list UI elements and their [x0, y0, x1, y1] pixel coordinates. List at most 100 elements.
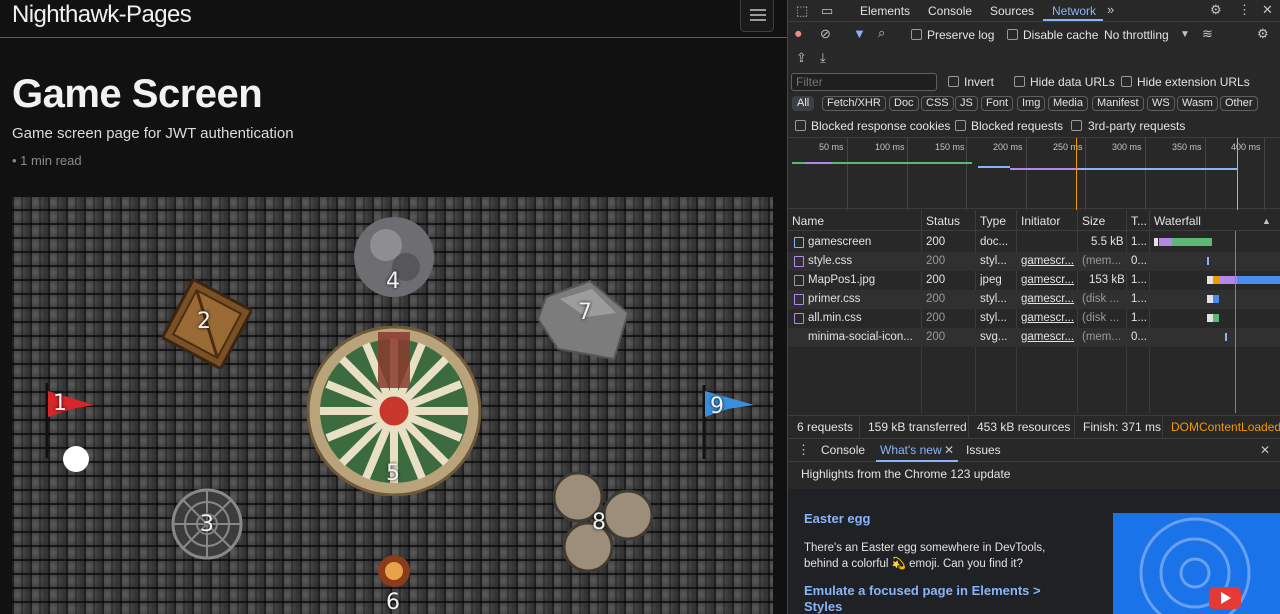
close-icon[interactable]: ✕ [1262, 3, 1273, 17]
tab-console[interactable]: Console [928, 4, 972, 18]
table-row[interactable]: MapPos1.jpg 200 jpeg gamescr... 153 kB 1… [788, 271, 1280, 290]
map-marker-9[interactable]: 9 [710, 394, 724, 419]
map-marker-8[interactable]: 8 [592, 510, 606, 535]
blocked-cookies-checkbox[interactable] [795, 120, 806, 131]
emulate-focused-page-link[interactable]: Emulate a focused page in Elements > [804, 583, 1041, 598]
map-marker-5[interactable]: 5 [386, 461, 400, 486]
third-party-checkbox[interactable] [1071, 120, 1082, 131]
disable-cache-checkbox[interactable] [1007, 29, 1018, 40]
map-marker-3[interactable]: 3 [200, 512, 214, 537]
easter-egg-text-2: behind a colorful 💫 emoji. Can you find … [804, 558, 1023, 570]
network-overview[interactable]: 50 ms 100 ms 150 ms 200 ms 250 ms 300 ms… [788, 137, 1280, 210]
preserve-log-label: Preserve log [927, 28, 995, 42]
type-filter-fetch-xhr[interactable]: Fetch/XHR [822, 96, 886, 111]
table-row[interactable]: all.min.css 200 styl... gamescr... (disk… [788, 309, 1280, 328]
invert-label: Invert [964, 75, 995, 89]
tab-network[interactable]: Network [1052, 4, 1096, 18]
import-har-icon[interactable]: ⇪ [796, 51, 807, 65]
type-filter-ws[interactable]: WS [1147, 96, 1175, 111]
filter-icon[interactable]: ▼ [853, 27, 866, 41]
emulate-focused-page-link-2[interactable]: Styles [804, 599, 842, 614]
active-tab-indicator [876, 460, 958, 462]
hamburger-icon [750, 9, 766, 11]
menu-button[interactable] [740, 0, 774, 32]
throttling-select[interactable]: No throttling [1104, 28, 1169, 42]
map-marker-4[interactable]: 4 [386, 269, 400, 294]
drawer-tab-console[interactable]: Console [821, 443, 865, 457]
map-marker-6[interactable]: 6 [386, 590, 400, 614]
type-filter-wasm[interactable]: Wasm [1177, 96, 1218, 111]
type-filter-all[interactable]: All [792, 96, 815, 111]
page-title: Game Screen [12, 72, 263, 116]
type-filter-js[interactable]: JS [955, 96, 978, 111]
map-marker-2[interactable]: 2 [197, 309, 211, 334]
whats-new-panel: Highlights from the Chrome 123 update Ea… [788, 463, 1280, 614]
column-name[interactable]: Name [792, 214, 824, 228]
player-token-icon[interactable] [62, 445, 92, 475]
dom-content-loaded: DOMContentLoaded: [1171, 420, 1280, 434]
drawer-menu-icon[interactable]: ⋮ [797, 443, 810, 457]
blocked-requests-checkbox[interactable] [955, 120, 966, 131]
game-map[interactable]: 1 2 3 4 5 6 7 8 9 [12, 197, 773, 614]
type-filter-img[interactable]: Img [1017, 96, 1046, 111]
map-marker-1[interactable]: 1 [53, 391, 67, 416]
export-har-icon[interactable]: ⤓ [820, 51, 826, 65]
overview-tick: 200 ms [993, 142, 1023, 152]
tab-sources[interactable]: Sources [990, 4, 1034, 18]
table-row[interactable]: primer.css 200 styl... gamescr... (disk … [788, 290, 1280, 309]
overview-bar [792, 162, 806, 164]
record-icon[interactable]: ⏺ [795, 27, 802, 41]
preserve-log-checkbox[interactable] [911, 29, 922, 40]
tab-elements[interactable]: Elements [860, 4, 910, 18]
type-filter-media[interactable]: Media [1048, 96, 1088, 111]
gear-icon[interactable]: ⚙ [1210, 3, 1222, 17]
close-tab-icon[interactable]: ✕ [944, 443, 954, 457]
filter-input[interactable] [791, 73, 937, 91]
kebab-menu-icon[interactable]: ⋮ [1238, 3, 1251, 17]
search-icon[interactable]: ⌕ [878, 26, 885, 40]
overview-tick: 100 ms [875, 142, 905, 152]
overview-bar [978, 166, 1010, 168]
type-filter-manifest[interactable]: Manifest [1092, 96, 1144, 111]
site-title-link[interactable]: Nighthawk-Pages [12, 1, 192, 29]
inspect-icon[interactable]: ⬚ [796, 4, 808, 18]
overview-bar [1010, 168, 1078, 170]
disable-cache-label: Disable cache [1023, 28, 1099, 42]
type-filter-other[interactable]: Other [1220, 96, 1258, 111]
hide-data-urls-checkbox[interactable] [1014, 76, 1025, 87]
column-waterfall[interactable]: Waterfall [1154, 214, 1201, 228]
network-conditions-icon[interactable]: ≋ [1202, 27, 1213, 41]
table-row[interactable]: gamescreen 200 doc... 5.5 kB 1... [788, 233, 1280, 252]
easter-egg-text-1: There's an Easter egg somewhere in DevTo… [804, 542, 1046, 554]
column-initiator[interactable]: Initiator [1021, 214, 1060, 228]
web-page: Nighthawk-Pages Game Screen Game screen … [0, 0, 787, 614]
type-filter-doc[interactable]: Doc [889, 96, 919, 111]
column-type[interactable]: Type [980, 214, 1006, 228]
overview-tick: 300 ms [1112, 142, 1142, 152]
hide-extension-urls-checkbox[interactable] [1121, 76, 1132, 87]
type-filter-css[interactable]: CSS [921, 96, 954, 111]
request-table: Name Status Type Initiator Size T... Wat… [788, 210, 1280, 413]
more-tabs-icon[interactable]: » [1107, 3, 1114, 17]
drawer-tab-issues[interactable]: Issues [966, 443, 1001, 457]
network-settings-icon[interactable]: ⚙ [1257, 27, 1269, 41]
clear-icon[interactable]: ⊘ [820, 27, 831, 41]
type-filter-font[interactable]: Font [981, 96, 1014, 111]
drawer-tab-whats-new[interactable]: What's new [880, 443, 942, 457]
overview-tick: 150 ms [935, 142, 965, 152]
whats-new-highlights: Highlights from the Chrome 123 update [801, 467, 1011, 481]
column-time[interactable]: T... [1131, 214, 1147, 228]
devtools-tabbar: ⬚ ▭ Elements Console Sources Network » ⚙… [788, 0, 1280, 22]
device-toolbar-icon[interactable]: ▭ [821, 4, 833, 18]
table-row[interactable]: style.css 200 styl... gamescr... (mem...… [788, 252, 1280, 271]
invert-checkbox[interactable] [948, 76, 959, 87]
column-size[interactable]: Size [1082, 214, 1105, 228]
table-row[interactable]: minima-social-icon... 200 svg... gamescr… [788, 328, 1280, 347]
map-marker-7[interactable]: 7 [578, 300, 592, 325]
load-line [1235, 231, 1236, 413]
column-status[interactable]: Status [926, 214, 960, 228]
active-tab-indicator [1043, 19, 1103, 21]
easter-egg-link[interactable]: Easter egg [804, 511, 870, 526]
close-drawer-icon[interactable]: ✕ [1260, 443, 1270, 457]
video-thumbnail[interactable] [1113, 513, 1280, 614]
